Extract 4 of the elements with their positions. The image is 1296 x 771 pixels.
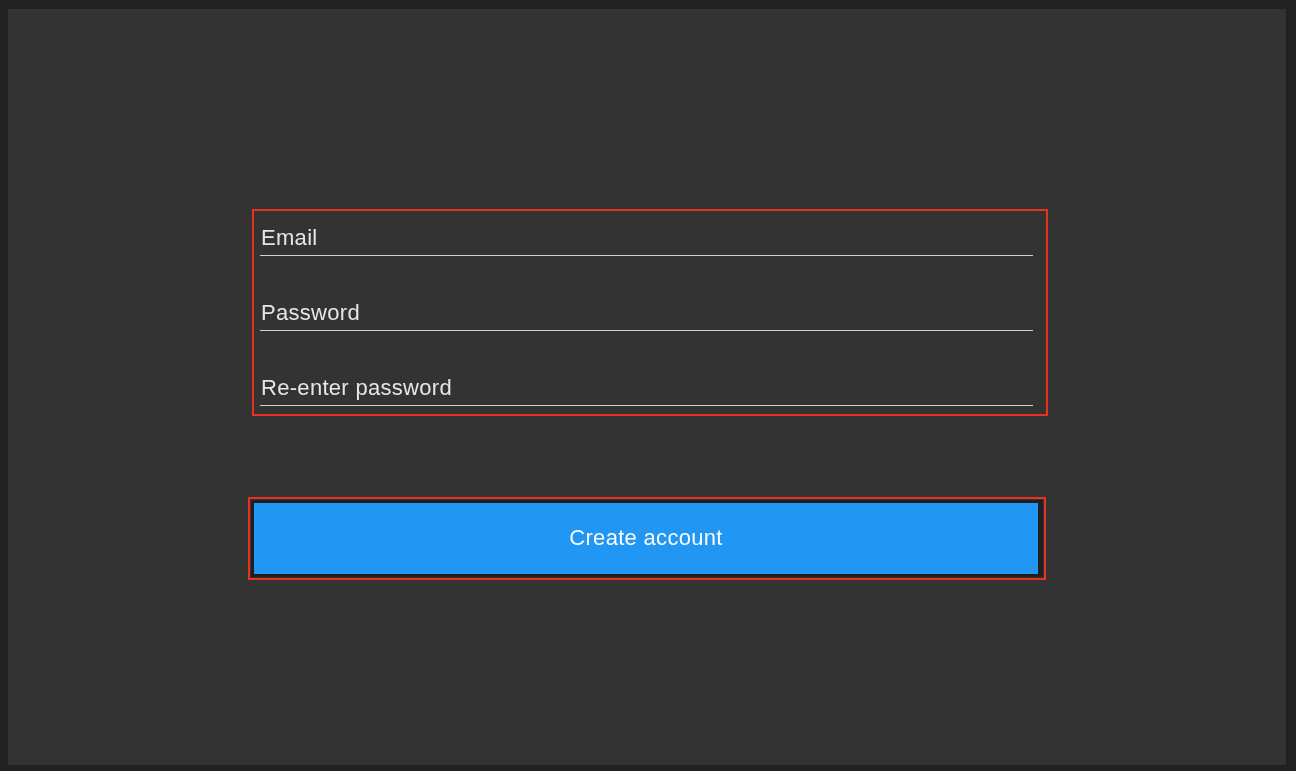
input-field[interactable]: Re-enter password	[260, 372, 1033, 406]
create-account-button[interactable]: Create account	[251, 500, 1043, 577]
input-field[interactable]: Email	[260, 222, 1033, 256]
input-field[interactable]: Password	[260, 297, 1033, 331]
